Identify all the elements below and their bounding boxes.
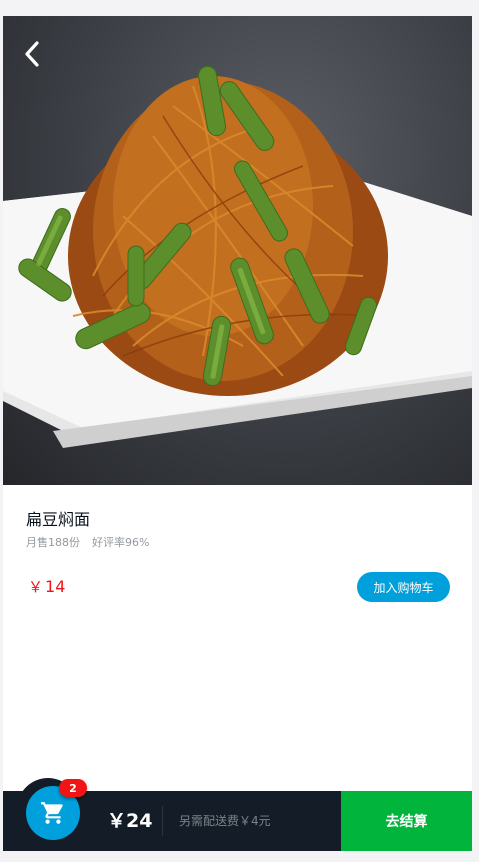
monthly-sales: 月售188份 xyxy=(26,536,80,549)
cartbar-divider xyxy=(162,806,163,836)
shopping-cart-icon xyxy=(41,802,63,824)
food-image xyxy=(3,16,472,485)
food-price: ￥ 14 xyxy=(28,576,65,597)
food-photo-illustration xyxy=(3,65,472,448)
add-to-cart-button[interactable]: 加入购物车 xyxy=(357,572,450,602)
checkout-button[interactable]: 去结算 xyxy=(341,791,472,851)
currency-symbol: ￥ xyxy=(28,578,44,596)
rating: 好评率96% xyxy=(92,536,150,549)
food-name: 扁豆焖面 xyxy=(26,510,91,529)
cart-count-badge: 2 xyxy=(59,779,87,797)
cart-total: ￥24 xyxy=(107,810,153,832)
delivery-fee-note: 另需配送费￥4元 xyxy=(179,814,271,828)
food-stats: 月售188份 好评率96% xyxy=(26,534,149,550)
price-value: 14 xyxy=(45,577,66,596)
back-button[interactable] xyxy=(15,36,51,72)
chevron-left-icon xyxy=(25,41,39,67)
food-detail-page: 扁豆焖面 月售188份 好评率96% ￥ 14 加入购物车 2 ￥24 另需配送费￥… xyxy=(3,16,472,851)
